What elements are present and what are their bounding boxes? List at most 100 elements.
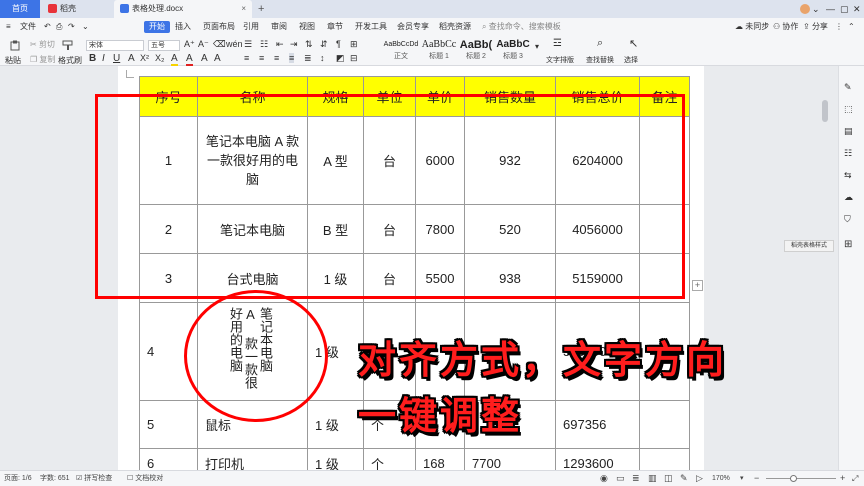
hamburger-icon[interactable]: ≡	[6, 18, 11, 36]
sidebar-toggle-icon[interactable]: ⇆	[844, 170, 856, 181]
sort-icon[interactable]: ⇵	[320, 39, 328, 50]
align-center-icon[interactable]: ≡	[259, 53, 264, 63]
font-effects-icon[interactable]: A	[128, 53, 135, 64]
sidebar-cloud-icon[interactable]: ☁	[844, 192, 856, 203]
unsynced-button[interactable]: ☁ 未同步	[735, 18, 769, 36]
cell-remark[interactable]	[639, 400, 690, 449]
cell-no[interactable]: 5	[139, 400, 198, 449]
sidebar-book-icon[interactable]: ▤	[844, 126, 856, 137]
print-icon[interactable]: ⎙	[56, 18, 62, 36]
format-painter-icon[interactable]	[62, 40, 74, 51]
sidebar-shield-icon[interactable]: ⛉	[844, 214, 856, 225]
line-spacing-icon[interactable]: ↕	[320, 53, 325, 63]
menu-references[interactable]: 引用	[243, 18, 259, 36]
undo-icon[interactable]: ↶	[44, 18, 51, 36]
menu-view[interactable]: 视图	[299, 18, 315, 36]
menu-chapter[interactable]: 章节	[327, 18, 343, 36]
fit-screen-icon[interactable]: ⤢	[852, 471, 858, 486]
char-shading-icon[interactable]: A	[214, 53, 221, 64]
zoom-slider[interactable]	[766, 478, 836, 479]
add-row-button[interactable]: +	[692, 280, 703, 291]
borders-icon[interactable]: ⊞	[350, 39, 358, 50]
text-direction-icon[interactable]: ⇅	[305, 39, 313, 50]
select-label[interactable]: 选择	[624, 55, 638, 65]
vertical-scrollbar[interactable]	[820, 66, 830, 470]
play-icon[interactable]: ▷	[696, 471, 703, 486]
command-search[interactable]: ⌕ 查找命令、搜索模板	[482, 18, 561, 36]
sidebar-pen-icon[interactable]: ✎	[844, 82, 856, 93]
menu-file[interactable]: 文件	[20, 18, 36, 36]
user-avatar[interactable]	[800, 4, 810, 14]
decrease-indent-icon[interactable]: ⇤	[276, 39, 284, 50]
zoom-in-icon[interactable]: +	[840, 471, 845, 486]
subscript-icon[interactable]: X₂	[155, 53, 165, 63]
menu-page-layout[interactable]: 页面布局	[203, 18, 235, 36]
select-cursor-icon[interactable]: ↖	[629, 37, 638, 50]
page-indicator[interactable]: 页面: 1/6	[4, 471, 32, 486]
table-style-icon[interactable]: ⊞	[844, 239, 856, 250]
collapse-ribbon-icon[interactable]: ⌃	[848, 18, 855, 36]
find-replace-icon[interactable]: ⌕	[597, 37, 603, 50]
style-heading-2[interactable]: AaBb( 标题 2	[458, 38, 494, 64]
italic-icon[interactable]: I	[102, 53, 105, 64]
menu-docer-resources[interactable]: 稻壳资源	[439, 18, 471, 36]
word-count[interactable]: 字数: 651	[40, 471, 70, 486]
shrink-font-icon[interactable]: A⁻	[198, 39, 209, 50]
zoom-level[interactable]: 170%	[712, 471, 730, 486]
window-menu-icon[interactable]: ⌄	[812, 0, 820, 18]
zoom-out-icon[interactable]: −	[754, 471, 759, 486]
copy-button[interactable]: ❐ 复制	[30, 54, 55, 65]
minimize-icon[interactable]: —	[826, 0, 835, 18]
spell-check-button[interactable]: ☑ 拼写检查	[76, 471, 112, 486]
justify-icon[interactable]: ≡	[289, 53, 295, 63]
menu-home[interactable]: 开始	[144, 21, 170, 33]
more-menu-icon[interactable]: ⋮	[835, 18, 843, 36]
new-tab-button[interactable]: +	[258, 0, 264, 18]
window-close-icon[interactable]: ✕	[853, 0, 861, 18]
web-view-icon[interactable]: ◫	[664, 471, 673, 486]
paste-button-label[interactable]: 粘贴	[5, 55, 21, 66]
highlight-icon[interactable]: A	[171, 53, 178, 66]
text-layout-label[interactable]: 文字排版	[546, 55, 574, 65]
sidebar-settings-icon[interactable]: ☷	[844, 148, 856, 159]
style-normal[interactable]: AaBbCcDd 正文	[382, 38, 420, 64]
distributed-icon[interactable]: ≣	[304, 53, 312, 64]
page-view-icon[interactable]: ▭	[616, 471, 625, 486]
bullets-icon[interactable]: ☰	[244, 39, 252, 50]
align-right-icon[interactable]: ≡	[274, 53, 279, 63]
menu-review[interactable]: 审阅	[271, 18, 287, 36]
tab-document[interactable]: 表格处理.docx ×	[114, 0, 252, 18]
write-view-icon[interactable]: ✎	[680, 471, 688, 486]
char-border-icon[interactable]: A	[201, 53, 208, 64]
quick-access-more-icon[interactable]: ⌄	[82, 18, 89, 36]
numbering-icon[interactable]: ☷	[260, 39, 268, 50]
increase-indent-icon[interactable]: ⇥	[290, 39, 298, 50]
text-layout-icon[interactable]: ☲	[553, 38, 562, 49]
outline-view-icon[interactable]: ≣	[632, 471, 640, 486]
redo-icon[interactable]: ↷	[68, 18, 75, 36]
cell-spec[interactable]: 1 级	[307, 400, 364, 449]
shading-icon[interactable]: ◩	[336, 53, 345, 64]
find-replace-label[interactable]: 查找替换	[586, 55, 614, 65]
menu-insert[interactable]: 插入	[175, 18, 191, 36]
superscript-icon[interactable]: X²	[140, 53, 149, 63]
tab-wps-docer[interactable]: 稻壳	[42, 0, 112, 18]
paste-icon[interactable]	[9, 40, 21, 51]
reading-view-icon[interactable]: ▥	[648, 471, 657, 486]
cut-button[interactable]: ✂ 剪切	[30, 39, 55, 50]
maximize-icon[interactable]: ▢	[840, 0, 849, 18]
font-color-icon[interactable]: A	[186, 53, 193, 66]
styles-expand-icon[interactable]: ▾	[535, 42, 539, 51]
clear-format-icon[interactable]: ⌫	[213, 39, 226, 50]
scrollbar-thumb[interactable]	[822, 100, 828, 122]
tab-home[interactable]: 首页	[0, 0, 40, 18]
grow-font-icon[interactable]: A⁺	[184, 39, 195, 50]
font-size-select[interactable]: 五号	[148, 40, 180, 51]
cell-total[interactable]: 697356	[555, 400, 640, 449]
sidebar-select-icon[interactable]: ⬚	[844, 104, 856, 115]
table-borders-icon[interactable]: ⊟	[350, 53, 358, 64]
font-name-select[interactable]: 宋体	[86, 40, 144, 51]
zoom-slider-handle[interactable]	[790, 475, 797, 482]
close-icon[interactable]: ×	[241, 0, 246, 18]
menu-developer[interactable]: 开发工具	[355, 18, 387, 36]
